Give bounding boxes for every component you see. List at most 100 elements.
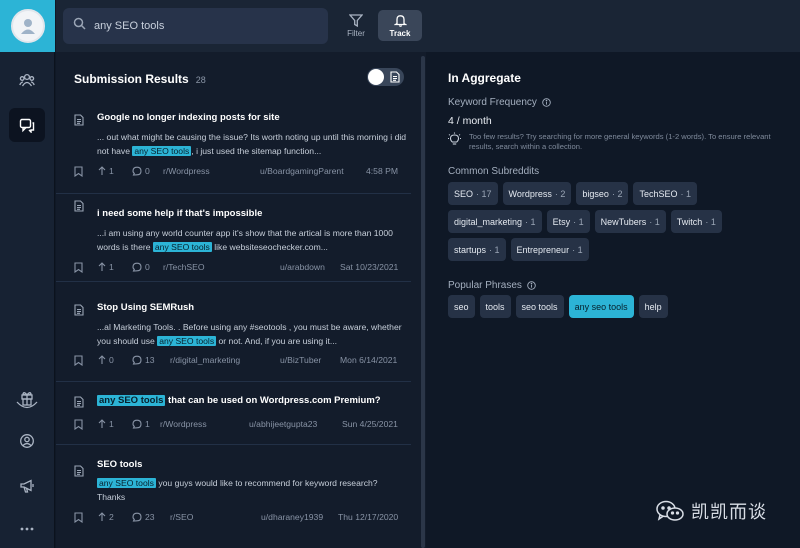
bookmark-icon[interactable] (74, 512, 86, 523)
upvote-icon (98, 355, 106, 364)
comments[interactable]: 13 (132, 355, 155, 365)
result-post[interactable]: any SEO tools that can be used on Wordpr… (56, 382, 411, 445)
post-author[interactable]: u/abhijeetgupta23 (249, 419, 317, 429)
post-time: 4:58 PM (366, 166, 399, 176)
user-icon[interactable] (9, 424, 45, 458)
comment-icon (132, 355, 142, 365)
subreddit-chips-row: startups · 1 Entrepreneur · 1 (448, 238, 589, 261)
result-post[interactable]: Stop Using SEMRush ...al Marketing Tools… (56, 282, 411, 382)
comments[interactable]: 1 (132, 419, 150, 429)
comments[interactable]: 23 (132, 512, 155, 522)
subreddit-chip[interactable]: startups · 1 (448, 238, 506, 261)
people-icon[interactable] (9, 63, 45, 97)
keyword-highlight: any SEO tools (97, 478, 156, 488)
post-subreddit[interactable]: r/TechSEO (163, 262, 205, 272)
subreddit-chips-row: SEO · 17 Wordpress · 2 bigseo · 2 TechSEO · … (448, 182, 697, 205)
info-icon[interactable] (542, 98, 551, 107)
post-meta: 0 13 r/digital_marketing u/BizTuber Mon … (74, 355, 404, 367)
results-scrollbar[interactable] (421, 56, 425, 548)
result-post[interactable]: SEO tools any SEO tools you guys would l… (56, 445, 411, 548)
post-subreddit[interactable]: r/digital_marketing (170, 355, 240, 365)
phrase-chip[interactable]: tools (479, 295, 511, 318)
search-box[interactable] (63, 8, 328, 44)
post-snippet: ... out what might be causing the issue?… (97, 132, 407, 156)
phrase-chip[interactable]: seo (448, 295, 475, 318)
gift-icon[interactable] (9, 383, 45, 417)
upvotes[interactable]: 1 (98, 262, 114, 272)
subreddit-chip[interactable]: bigseo · 2 (576, 182, 629, 205)
view-toggle[interactable] (367, 68, 404, 86)
post-author[interactable]: u/BoardgamingParent (260, 166, 344, 176)
upvotes[interactable]: 0 (98, 355, 114, 365)
post-meta: 1 1 r/Wordpress u/abhijeetgupta23 Sun 4/… (74, 419, 404, 431)
results-header: Submission Results 28 (74, 72, 206, 86)
post-meta: 1 0 r/Wordpress u/BoardgamingParent 4:58… (74, 166, 404, 178)
post-subreddit[interactable]: r/Wordpress (160, 419, 207, 429)
post-title[interactable]: Google no longer indexing posts for site (97, 112, 280, 123)
post-title[interactable]: Stop Using SEMRush (97, 302, 194, 313)
phrase-chip-selected[interactable]: any seo tools (568, 295, 634, 318)
bookmark-icon[interactable] (74, 419, 86, 430)
subreddit-chip[interactable]: Etsy · 1 (546, 210, 590, 233)
subreddit-chip[interactable]: NewTubers · 1 (594, 210, 666, 233)
subreddit-chip[interactable]: Twitch · 1 (670, 210, 722, 233)
bookmark-icon[interactable] (74, 262, 86, 273)
post-subreddit[interactable]: r/SEO (170, 512, 193, 522)
post-meta: 1 0 r/TechSEO u/arabdown Sat 10/23/2021 (74, 262, 404, 274)
document-icon (74, 200, 84, 212)
post-snippet: ...i am using any world counter app it's… (97, 228, 393, 252)
search-tip-text: Too few results? Try searching for more … (469, 132, 771, 151)
bookmark-icon[interactable] (74, 355, 86, 366)
post-time: Sun 4/25/2021 (342, 419, 398, 429)
megaphone-icon[interactable] (9, 469, 45, 503)
upvotes[interactable]: 1 (98, 419, 114, 429)
upvotes[interactable]: 2 (98, 512, 114, 522)
subreddit-chips-row: digital_marketing · 1 Etsy · 1 NewTubers · … (448, 210, 722, 233)
track-button[interactable]: Track (378, 10, 422, 41)
post-author[interactable]: u/dharaney1939 (261, 512, 323, 522)
comment-icon (132, 419, 142, 429)
post-title[interactable]: i need some help if that's impossible (97, 208, 262, 219)
comment-icon (132, 262, 142, 272)
subreddit-chip[interactable]: digital_marketing · 1 (448, 210, 542, 233)
keyword-frequency-heading: Keyword Frequency (448, 97, 551, 108)
document-icon (74, 304, 84, 316)
post-snippet: ...al Marketing Tools. . Before using an… (97, 322, 402, 346)
aggregate-title: In Aggregate (448, 71, 521, 85)
watermark: 凯凯而谈 (655, 498, 767, 524)
phrase-chip[interactable]: seo tools (515, 295, 564, 318)
comments[interactable]: 0 (132, 262, 150, 272)
post-title[interactable]: any SEO tools that can be used on Wordpr… (97, 395, 381, 406)
post-author[interactable]: u/BizTuber (280, 355, 321, 365)
search-icon (73, 17, 86, 35)
filter-icon (349, 13, 363, 27)
filter-button[interactable]: Filter (334, 10, 378, 41)
phrase-chips-row: seo tools seo tools any seo tools help (448, 295, 668, 318)
comments[interactable]: 0 (132, 166, 150, 176)
upvotes[interactable]: 1 (98, 166, 114, 176)
search-tip: Too few results? Try searching for more … (448, 132, 789, 152)
subreddit-chip[interactable]: Wordpress · 2 (502, 182, 572, 205)
subreddit-chip[interactable]: Entrepreneur · 1 (510, 238, 589, 261)
bookmark-icon[interactable] (74, 166, 86, 177)
subreddit-chip[interactable]: TechSEO · 1 (633, 182, 697, 205)
comment-icon (132, 512, 142, 522)
left-rail (0, 0, 55, 548)
keyword-highlight: any SEO tools (152, 242, 212, 252)
post-subreddit[interactable]: r/Wordpress (163, 166, 210, 176)
info-icon[interactable] (527, 281, 536, 290)
phrase-chip[interactable]: help (638, 295, 668, 318)
chat-icon[interactable] (9, 108, 45, 142)
search-input[interactable] (94, 20, 314, 32)
post-title[interactable]: SEO tools (97, 459, 142, 470)
result-post[interactable]: i need some help if that's impossible ..… (56, 194, 411, 282)
top-bar: Filter Track (56, 0, 800, 52)
post-author[interactable]: u/arabdown (280, 262, 325, 272)
subreddit-chip[interactable]: SEO · 17 (448, 182, 498, 205)
keyword-highlight: any SEO tools (157, 336, 217, 346)
filter-label: Filter (347, 28, 365, 38)
more-icon[interactable] (9, 512, 45, 546)
logo-area[interactable] (0, 0, 55, 52)
result-post[interactable]: Google no longer indexing posts for site… (56, 108, 411, 194)
comment-icon (132, 166, 142, 176)
